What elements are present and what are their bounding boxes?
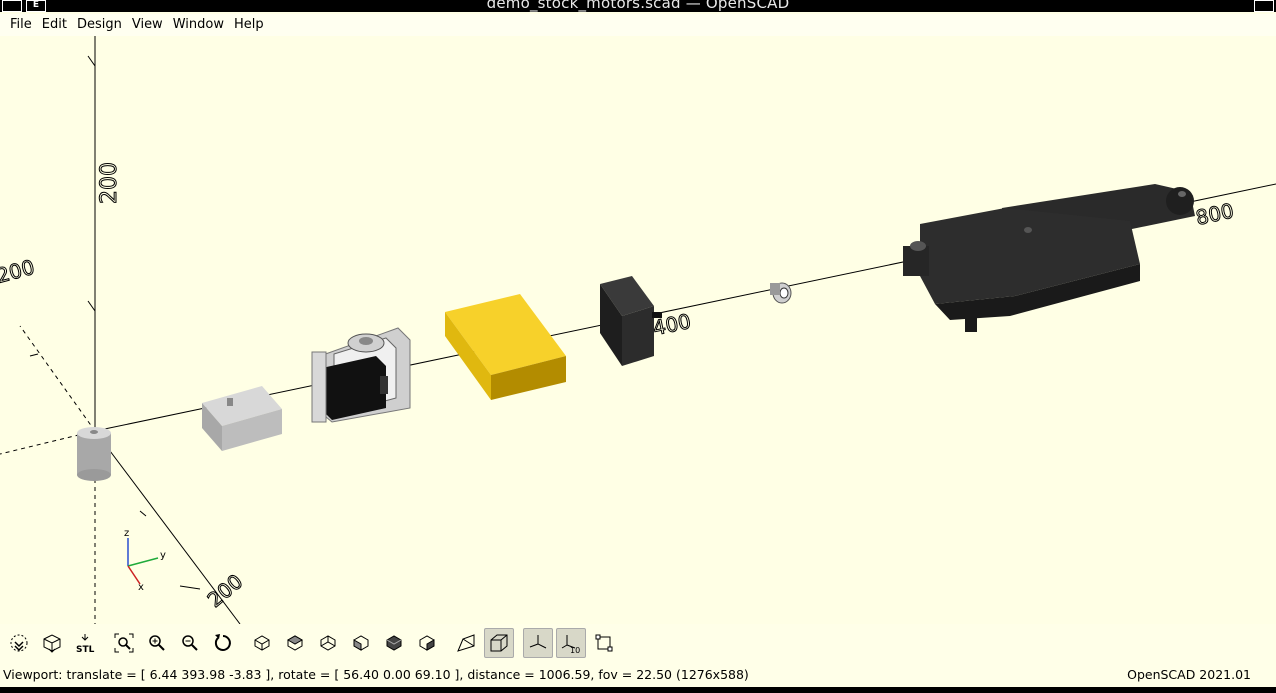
view-bottom-button[interactable] <box>313 628 343 658</box>
menu-file[interactable]: File <box>5 14 37 36</box>
y-tick <box>29 353 39 357</box>
perspective-button[interactable] <box>451 628 481 658</box>
grey-box-motor <box>202 386 282 451</box>
servo-bracket <box>311 327 411 423</box>
perspective-icon <box>457 634 475 652</box>
viewport-status: Viewport: translate = [ 6.44 393.98 -3.8… <box>3 667 749 682</box>
view-top-button[interactable] <box>280 628 310 658</box>
x-axis-label-far: 800 <box>1194 198 1236 229</box>
show-axes-icon <box>529 635 547 649</box>
window-close-button[interactable] <box>1254 0 1274 12</box>
zoom-out-button[interactable] <box>175 628 205 658</box>
axis-gizmo: z y x <box>124 528 166 593</box>
view-all-button[interactable] <box>109 628 139 658</box>
preview-icon <box>10 634 28 652</box>
show-scale-markers-icon: 10 <box>561 635 580 654</box>
cylinder-motor <box>77 427 111 481</box>
render-icon <box>43 634 61 653</box>
y-tick <box>179 585 201 590</box>
menu-edit[interactable]: Edit <box>37 14 72 36</box>
status-bar: Viewport: translate = [ 6.44 393.98 -3.8… <box>0 662 1276 687</box>
yellow-box <box>445 294 566 400</box>
reset-view-button[interactable] <box>208 628 238 658</box>
linear-actuator <box>903 184 1195 332</box>
menu-view[interactable]: View <box>127 14 168 36</box>
reset-view-icon <box>214 634 231 651</box>
orthogonal-button[interactable] <box>484 628 514 658</box>
show-axes-button[interactable] <box>523 628 553 658</box>
menu-design[interactable]: Design <box>72 14 127 36</box>
render-button[interactable] <box>37 628 67 658</box>
view-back-icon <box>419 635 435 651</box>
view-all-icon <box>114 633 134 653</box>
small-pulley <box>770 282 792 304</box>
gizmo-x-label: x <box>138 582 144 593</box>
export-stl-icon: STL <box>76 634 95 654</box>
z-axis-label: 200 <box>97 162 122 204</box>
gizmo-z-label: z <box>124 528 129 539</box>
show-edges-button[interactable] <box>589 628 619 658</box>
svg-text:10: 10 <box>570 646 580 654</box>
gizmo-y-label: y <box>160 550 166 561</box>
view-front-icon <box>386 635 402 651</box>
zoom-in-button[interactable] <box>142 628 172 658</box>
menu-help[interactable]: Help <box>229 14 269 36</box>
menu-bar: File Edit Design View Window Help <box>0 14 1276 36</box>
view-left-button[interactable] <box>346 628 376 658</box>
view-right-icon <box>254 635 270 651</box>
gizmo-y-line <box>127 557 159 567</box>
zoom-out-icon <box>182 635 198 651</box>
zoom-in-icon <box>149 635 165 651</box>
export-stl-button[interactable]: STL <box>70 628 100 658</box>
show-scale-markers-button[interactable]: 10 <box>556 628 586 658</box>
z-tick <box>87 55 96 67</box>
black-motor-block <box>600 276 662 366</box>
scene-svg: 200 800 400 200 200 z y x <box>0 36 1276 624</box>
y-tick <box>139 510 147 517</box>
3d-viewport[interactable]: 200 800 400 200 200 z y x <box>0 36 1276 624</box>
preview-button[interactable] <box>4 628 34 658</box>
left-edge-label: 200 <box>0 255 37 288</box>
window-title: demo_stock_motors.scad — OpenSCAD <box>486 0 790 12</box>
window-bottom-edge <box>0 687 1276 693</box>
svg-text:STL: STL <box>76 645 95 654</box>
y-axis-negative <box>19 325 96 432</box>
view-right-button[interactable] <box>247 628 277 658</box>
orthogonal-icon <box>490 634 508 652</box>
show-edges-icon <box>595 634 613 652</box>
view-left-icon <box>353 635 369 651</box>
view-bottom-icon <box>320 635 336 651</box>
version-status: OpenSCAD 2021.01 <box>1127 667 1251 682</box>
menu-window[interactable]: Window <box>168 14 229 36</box>
view-back-button[interactable] <box>412 628 442 658</box>
window-titlebar: E demo_stock_motors.scad — OpenSCAD <box>0 0 1276 12</box>
y-axis-label: 200 <box>203 569 248 612</box>
view-top-icon <box>286 635 304 651</box>
view-toolbar: STL 10 <box>0 624 1276 662</box>
z-tick <box>87 300 96 312</box>
view-front-button[interactable] <box>379 628 409 658</box>
